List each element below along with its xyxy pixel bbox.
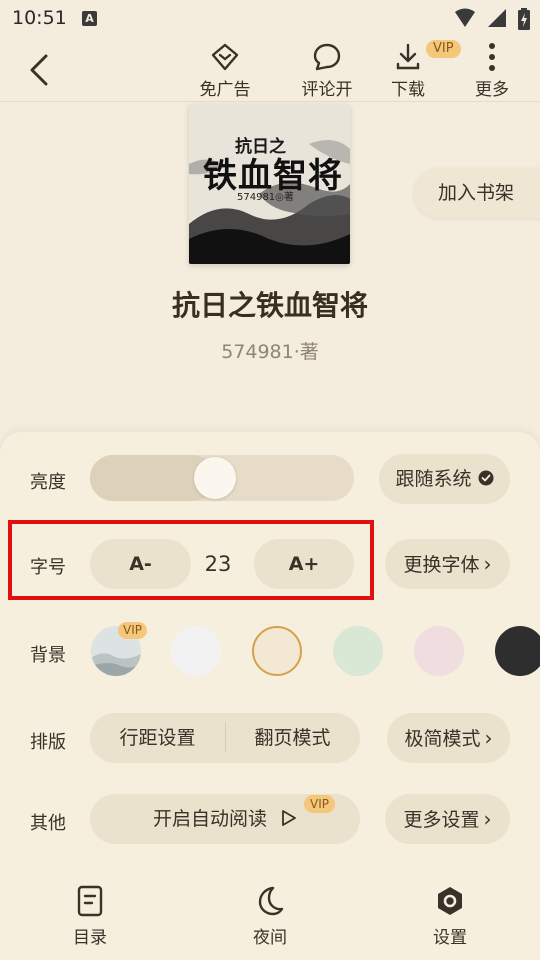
font-decrease-button[interactable]: A- — [90, 539, 191, 589]
nav-night-label: 夜间 — [253, 928, 287, 948]
background-swatch-green[interactable] — [333, 626, 383, 676]
background-swatch-white[interactable] — [171, 626, 221, 676]
follow-system-button[interactable]: 跟随系统 — [379, 454, 510, 504]
brightness-slider[interactable] — [90, 455, 354, 501]
comment-icon — [313, 43, 341, 71]
follow-system-label: 跟随系统 — [395, 468, 472, 490]
font-size-label: 字号 — [30, 557, 66, 578]
settings-icon — [438, 887, 462, 915]
battery-icon — [518, 8, 530, 30]
brightness-label: 亮度 — [30, 472, 66, 493]
ad-free-icon — [211, 43, 239, 71]
minimal-mode-label: 极简模式 — [404, 728, 481, 750]
nav-catalog-label: 目录 — [73, 928, 107, 948]
status-bar: 10:51 A — [0, 0, 540, 38]
background-swatch-dark[interactable] — [495, 626, 540, 676]
font-increase-button[interactable]: A+ — [254, 539, 354, 589]
line-spacing-button[interactable]: 行距设置 — [90, 713, 225, 763]
book-cover[interactable]: 抗日之 铁血智将 574981◎著 — [189, 104, 350, 264]
cover-author: 574981◎著 — [237, 192, 294, 203]
add-to-shelf-button[interactable]: 加入书架 — [414, 168, 540, 218]
layout-label: 排版 — [30, 732, 66, 753]
check-circle-icon — [478, 470, 493, 486]
download-icon — [396, 43, 420, 70]
minimal-mode-button[interactable]: 极简模式 › — [387, 713, 510, 763]
auto-read-label: 开启自动阅读 — [152, 808, 267, 830]
more-settings-button[interactable]: 更多设置 › — [385, 794, 510, 844]
page-mode-button[interactable]: 翻页模式 — [225, 713, 360, 763]
ad-free-button[interactable]: 免广告 — [190, 42, 260, 100]
nav-settings[interactable]: 设置 — [405, 885, 495, 948]
back-button[interactable] — [22, 50, 58, 90]
reader-top-bar: 免广告 评论开 下载 VIP 更多 — [0, 38, 540, 102]
change-font-button[interactable]: 更换字体 › — [385, 539, 510, 589]
more-vertical-icon — [489, 43, 495, 71]
reader-bottom-nav: 目录 夜间 设置 — [0, 885, 540, 960]
more-button[interactable]: 更多 — [457, 42, 527, 100]
signal-icon — [487, 9, 506, 27]
chevron-right-icon: › — [483, 552, 492, 576]
moon-icon — [258, 886, 284, 916]
nav-night-mode[interactable]: 夜间 — [225, 885, 315, 948]
ad-free-label: 免广告 — [199, 80, 251, 100]
more-label: 更多 — [475, 80, 509, 100]
chevron-left-icon — [30, 54, 48, 86]
status-icons — [448, 8, 530, 30]
change-font-label: 更换字体 — [403, 554, 480, 576]
play-outline-icon — [282, 810, 296, 826]
background-swatch-cream-selected[interactable] — [252, 626, 302, 676]
status-time: 10:51 — [12, 7, 67, 29]
font-size-value: 23 — [204, 552, 232, 576]
nav-settings-label: 设置 — [433, 928, 467, 948]
chevron-right-icon: › — [484, 726, 493, 750]
other-label: 其他 — [30, 813, 66, 834]
comment-toggle-label: 评论开 — [301, 80, 353, 100]
wifi-icon — [454, 8, 475, 27]
download-label: 下载 — [391, 80, 425, 100]
background-vip-badge: VIP — [118, 622, 147, 639]
book-author: 574981·著 — [221, 341, 319, 363]
book-title: 抗日之铁血智将 — [171, 289, 368, 322]
download-vip-badge: VIP — [426, 40, 461, 58]
background-swatch-pink[interactable] — [414, 626, 464, 676]
auto-read-vip-badge: VIP — [304, 795, 335, 813]
catalog-icon — [77, 885, 103, 917]
chevron-right-icon: › — [483, 807, 492, 831]
more-settings-label: 更多设置 — [403, 809, 480, 831]
background-label: 背景 — [30, 645, 66, 666]
background-swatch-ink-landscape[interactable]: VIP — [91, 622, 147, 676]
nav-catalog[interactable]: 目录 — [45, 885, 135, 948]
reader-settings-panel: 亮度 跟随系统 字号 A- 23 A+ 更换字体 › 背景 VIP 排版 行距设置… — [0, 432, 540, 960]
brightness-knob[interactable] — [194, 457, 237, 499]
comment-toggle-button[interactable]: 评论开 — [292, 42, 362, 100]
notification-a-icon: A — [82, 11, 97, 26]
